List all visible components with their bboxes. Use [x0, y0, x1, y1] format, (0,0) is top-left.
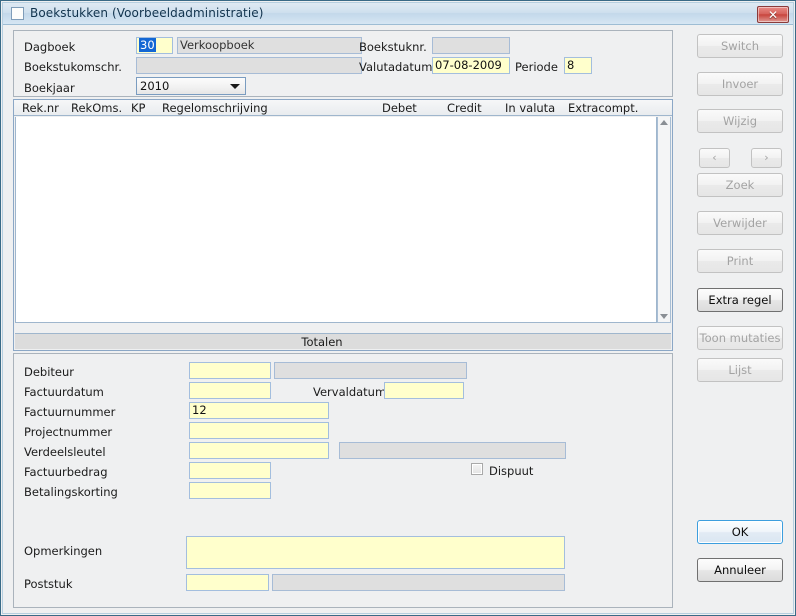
factuurdatum-label: Factuurdatum: [24, 385, 104, 399]
wijzig-button[interactable]: Wijzig: [697, 109, 783, 133]
grid-vertical-scrollbar[interactable]: [657, 117, 671, 323]
title-bar[interactable]: Boekstukken (Voorbeeldadministratie) ✕: [3, 3, 793, 25]
transaction-grid: Rek.nr RekOms. KP Regelomschrijving Debe…: [13, 99, 673, 351]
boekstukomschr-label: Boekstukomschr.: [24, 60, 122, 74]
valutadatum-label: Valutadatum: [359, 60, 433, 74]
debiteur-name-field: [274, 362, 467, 379]
poststuk-description-field: [272, 574, 565, 591]
debiteur-label: Debiteur: [24, 365, 75, 379]
column-header-regelomschrijving[interactable]: Regelomschrijving: [162, 101, 268, 115]
window-icon: [11, 7, 24, 20]
boekjaar-select[interactable]: 2010: [136, 77, 246, 95]
dagboek-name-field: Verkoopboek: [177, 37, 362, 54]
lijst-button[interactable]: Lijst: [697, 358, 783, 382]
boekstuknr-input[interactable]: [432, 37, 510, 54]
window-client-area: Boekstukken (Voorbeeldadministratie) ✕ D…: [2, 2, 794, 614]
periode-label: Periode: [515, 60, 558, 74]
header-panel: Dagboek 30 Verkoopboek Boekstukomschr. B…: [13, 30, 673, 97]
chevron-down-icon: [230, 84, 240, 89]
previous-button[interactable]: ‹: [699, 148, 730, 168]
invoice-detail-panel: Debiteur Factuurdatum Vervaldatum Factuu…: [13, 353, 673, 608]
boekstuknr-label: Boekstuknr.: [359, 40, 427, 54]
column-header-rekoms[interactable]: RekOms.: [71, 101, 122, 115]
factuurdatum-input[interactable]: [189, 382, 271, 399]
opmerkingen-label: Opmerkingen: [24, 544, 103, 558]
factuurbedrag-input[interactable]: [189, 462, 271, 479]
zoek-button[interactable]: Zoek: [697, 173, 783, 197]
column-header-reknr[interactable]: Rek.nr: [22, 101, 59, 115]
dagboek-input-value: 30: [139, 38, 156, 52]
dagboek-input[interactable]: 30: [136, 37, 173, 54]
poststuk-label: Poststuk: [24, 577, 73, 591]
window-title: Boekstukken (Voorbeeldadministratie): [30, 6, 264, 20]
verdeelsleutel-label: Verdeelsleutel: [24, 445, 106, 459]
column-header-extracompt[interactable]: Extracompt.: [568, 101, 638, 115]
vervaldatum-input[interactable]: [384, 382, 464, 399]
extra-regel-button[interactable]: Extra regel: [697, 288, 783, 312]
periode-input[interactable]: 8: [564, 57, 592, 74]
close-button[interactable]: ✕: [757, 6, 789, 23]
close-icon: ✕: [767, 8, 779, 22]
verwijder-button[interactable]: Verwijder: [697, 211, 783, 235]
opmerkingen-textarea[interactable]: [186, 536, 565, 569]
factuurnummer-input[interactable]: 12: [189, 402, 329, 419]
column-header-in-valuta[interactable]: In valuta: [505, 101, 555, 115]
dagboek-label: Dagboek: [24, 40, 76, 54]
ok-button[interactable]: OK: [697, 520, 783, 544]
projectnummer-input[interactable]: [189, 422, 329, 439]
valutadatum-input[interactable]: 07-08-2009: [432, 57, 510, 74]
column-header-kp[interactable]: KP: [131, 101, 145, 115]
next-button[interactable]: ›: [751, 148, 782, 168]
projectnummer-label: Projectnummer: [24, 425, 113, 439]
betalingskorting-label: Betalingskorting: [24, 485, 118, 499]
verdeelsleutel-description-field: [339, 442, 566, 459]
invoer-button[interactable]: Invoer: [697, 72, 783, 96]
column-header-credit[interactable]: Credit: [447, 101, 482, 115]
application-window: Boekstukken (Voorbeeldadministratie) ✕ D…: [0, 0, 796, 616]
verdeelsleutel-input[interactable]: [189, 442, 329, 459]
boekstukomschr-input[interactable]: [136, 57, 362, 74]
totals-bar: Totalen: [15, 333, 671, 349]
switch-button[interactable]: Switch: [697, 34, 783, 58]
print-button[interactable]: Print: [697, 249, 783, 273]
boekjaar-label: Boekjaar: [24, 81, 75, 95]
scroll-down-arrow-icon[interactable]: [658, 311, 670, 322]
boekjaar-select-value: 2010: [140, 79, 170, 93]
totals-label: Totalen: [301, 335, 343, 349]
factuurnummer-label: Factuurnummer: [24, 405, 116, 419]
vervaldatum-label: Vervaldatum: [313, 385, 387, 399]
grid-header-row: Rek.nr RekOms. KP Regelomschrijving Debe…: [14, 100, 672, 116]
toon-mutaties-button[interactable]: Toon mutaties: [697, 326, 783, 350]
column-header-debet[interactable]: Debet: [382, 101, 417, 115]
betalingskorting-input[interactable]: [189, 482, 271, 499]
dispuut-label: Dispuut: [489, 464, 534, 478]
grid-rows-area[interactable]: [15, 117, 657, 323]
poststuk-input[interactable]: [186, 574, 269, 591]
annuleer-button[interactable]: Annuleer: [697, 558, 783, 582]
dispuut-checkbox[interactable]: [471, 463, 483, 475]
scroll-up-arrow-icon[interactable]: [658, 117, 670, 128]
debiteur-input[interactable]: [189, 362, 271, 379]
factuurbedrag-label: Factuurbedrag: [24, 465, 108, 479]
